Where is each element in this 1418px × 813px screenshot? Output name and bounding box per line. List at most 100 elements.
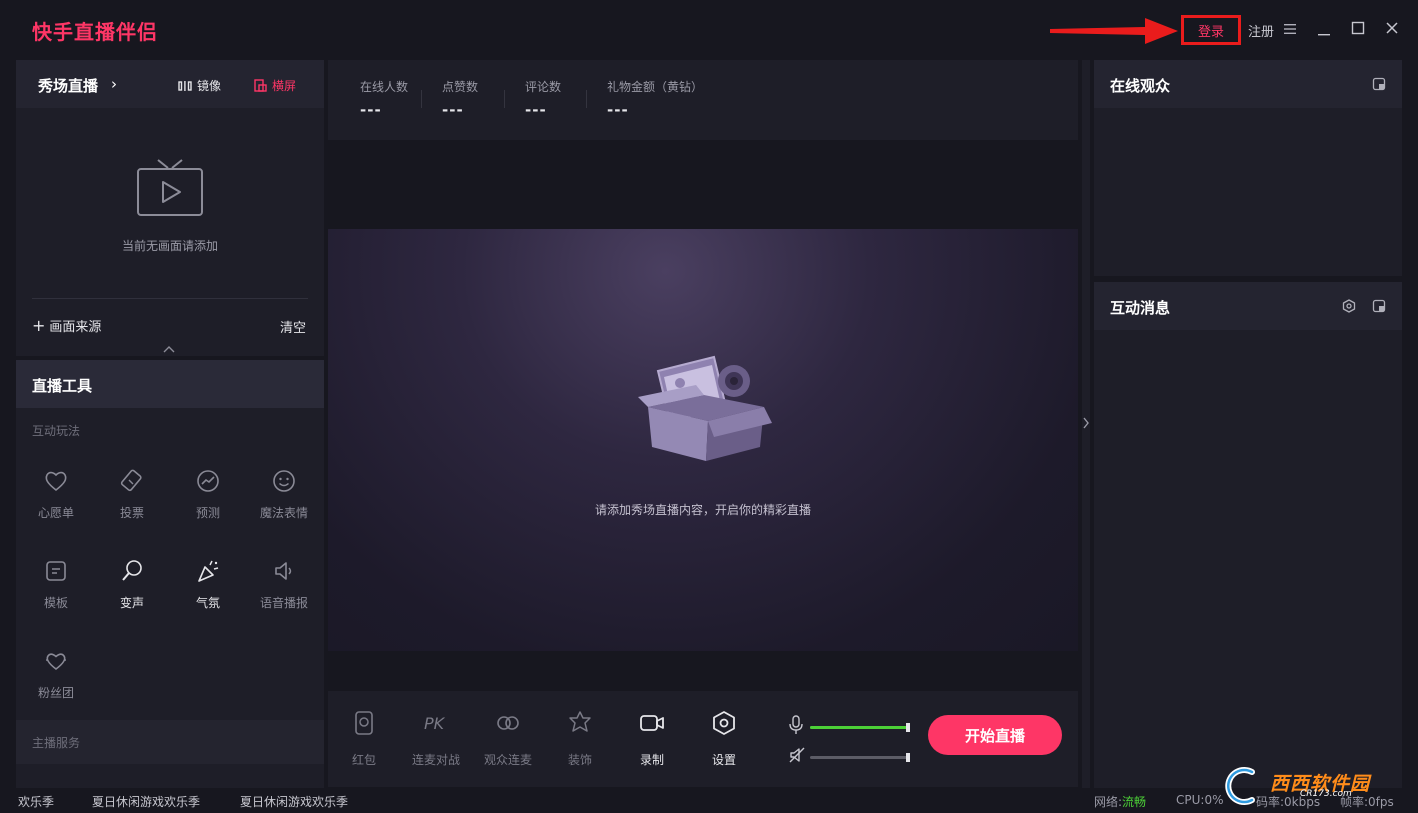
live-tools-panel: 直播工具 互动玩法 心愿单 投票 预测 魔法表情 模板 变声 气氛 语音播报 粉… bbox=[16, 360, 324, 788]
tool-voice-broadcast[interactable]: 语音播报 bbox=[246, 558, 322, 611]
btool-settings[interactable]: 设置 bbox=[689, 709, 759, 768]
service-section: 主播服务 bbox=[16, 720, 324, 764]
btool-label: 装饰 bbox=[567, 753, 592, 767]
ticker-item[interactable]: 夏日休闲游戏欢乐季 bbox=[240, 793, 348, 810]
messages-header: 互动消息 bbox=[1094, 282, 1402, 330]
ticker-item[interactable]: 欢乐季 bbox=[18, 793, 54, 810]
chevron-right-icon[interactable] bbox=[1082, 416, 1090, 430]
fan-club-icon bbox=[46, 653, 66, 671]
divider bbox=[586, 90, 587, 108]
chevron-right-icon[interactable]: › bbox=[111, 75, 117, 93]
mic-volume-knob[interactable] bbox=[906, 723, 910, 732]
link-icon bbox=[497, 716, 519, 730]
party-popper-icon bbox=[198, 560, 219, 582]
section-service-label: 主播服务 bbox=[32, 736, 81, 750]
audience-title: 在线观众 bbox=[1110, 77, 1171, 95]
clear-button[interactable]: 清空 bbox=[280, 317, 306, 336]
stat-value: --- bbox=[442, 101, 464, 119]
empty-scene-text: 当前无画面请添加 bbox=[121, 239, 218, 253]
stats-panel: 在线人数 --- 点赞数 --- 评论数 --- 礼物金额（黄钻） --- bbox=[328, 60, 1078, 140]
tool-atmosphere[interactable]: 气氛 bbox=[170, 558, 246, 611]
tool-magic-emoji[interactable]: 魔法表情 bbox=[246, 468, 322, 521]
chevron-up-icon[interactable] bbox=[163, 344, 175, 354]
mic-volume-slider[interactable] bbox=[810, 723, 910, 732]
ticket-icon bbox=[120, 469, 142, 492]
popout-icon[interactable] bbox=[1372, 77, 1386, 91]
register-button[interactable]: 注册 bbox=[1248, 21, 1274, 40]
stat-online: 在线人数 --- bbox=[360, 78, 408, 119]
mic-volume-fill bbox=[810, 726, 910, 729]
tools-title: 直播工具 bbox=[32, 377, 93, 395]
speaker-volume-knob[interactable] bbox=[906, 753, 910, 762]
btool-record[interactable]: 录制 bbox=[617, 709, 687, 768]
stat-label: 评论数 bbox=[525, 80, 562, 94]
tool-label: 粉丝团 bbox=[37, 686, 74, 700]
close-icon[interactable] bbox=[1384, 20, 1400, 36]
add-source-button[interactable]: + 画面来源 bbox=[32, 316, 101, 335]
tool-template[interactable]: 模板 bbox=[18, 558, 94, 611]
minimize-icon[interactable] bbox=[1316, 20, 1332, 36]
tool-fan-club[interactable]: 粉丝团 bbox=[18, 648, 94, 701]
start-live-button[interactable]: 开始直播 bbox=[928, 715, 1062, 755]
app-title: 快手直播伴侣 bbox=[32, 20, 158, 44]
messages-panel: 互动消息 bbox=[1094, 282, 1402, 788]
tools-header: 直播工具 bbox=[16, 360, 324, 408]
divider bbox=[421, 90, 422, 108]
tool-predict[interactable]: 预测 bbox=[170, 468, 246, 521]
mirror-button[interactable]: 镜像 bbox=[178, 77, 221, 94]
bottom-toolbar: 红包 PK 连麦对战 观众连麦 装饰 录制 设置 开始直播 bbox=[328, 691, 1078, 787]
live-preview[interactable]: 请添加秀场直播内容，开启你的精彩直播 bbox=[328, 229, 1078, 651]
scene-title[interactable]: 秀场直播 bbox=[38, 75, 98, 96]
scene-header: 秀场直播 › 镜像 横屏 bbox=[16, 60, 324, 108]
btool-label: 设置 bbox=[711, 753, 736, 767]
title-bar: 快手直播伴侣 登录 注册 bbox=[0, 0, 1418, 60]
network-status: 网络:流畅 bbox=[1094, 793, 1146, 810]
stat-label: 在线人数 bbox=[360, 80, 409, 94]
decoration-icon bbox=[569, 711, 591, 732]
btool-label: 观众连麦 bbox=[483, 753, 532, 767]
network-label: 网络: bbox=[1094, 795, 1123, 809]
tool-label: 心愿单 bbox=[37, 506, 74, 520]
btool-decoration[interactable]: 装饰 bbox=[545, 709, 615, 768]
speaker-icon bbox=[275, 562, 292, 580]
tool-label: 投票 bbox=[119, 506, 144, 520]
stat-gifts: 礼物金额（黄钻） --- bbox=[607, 78, 703, 119]
messages-title: 互动消息 bbox=[1110, 299, 1171, 317]
trend-icon bbox=[197, 470, 219, 492]
login-button[interactable]: 登录 bbox=[1181, 15, 1241, 45]
menu-icon[interactable] bbox=[1283, 22, 1297, 36]
tool-wishlist[interactable]: 心愿单 bbox=[18, 468, 94, 521]
preview-hint: 请添加秀场直播内容，开启你的精彩直播 bbox=[594, 503, 811, 517]
landscape-button[interactable]: 横屏 bbox=[254, 77, 296, 94]
empty-box-illustration bbox=[638, 355, 772, 461]
btool-pk[interactable]: PK 连麦对战 bbox=[401, 709, 471, 768]
audience-panel: 在线观众 bbox=[1094, 60, 1402, 276]
tool-label: 变声 bbox=[119, 596, 144, 610]
btool-audience-link[interactable]: 观众连麦 bbox=[473, 709, 543, 768]
mirror-icon bbox=[178, 80, 192, 91]
maximize-icon[interactable] bbox=[1350, 20, 1366, 36]
btool-label: 连麦对战 bbox=[411, 753, 460, 767]
svg-text:PK: PK bbox=[424, 714, 446, 733]
stat-label: 点赞数 bbox=[442, 80, 479, 94]
popout-icon[interactable] bbox=[1372, 299, 1386, 313]
pk-icon: PK bbox=[424, 714, 446, 733]
settings-icon[interactable] bbox=[1342, 299, 1356, 313]
speaker-muted-icon[interactable] bbox=[788, 746, 806, 764]
plus-icon: + bbox=[32, 315, 46, 335]
tool-vote[interactable]: 投票 bbox=[94, 468, 170, 521]
stat-label: 礼物金额（黄钻） bbox=[607, 80, 704, 94]
btool-red-envelope[interactable]: 红包 bbox=[329, 709, 399, 768]
tool-label: 语音播报 bbox=[259, 596, 308, 610]
tool-voice-changer[interactable]: 变声 bbox=[94, 558, 170, 611]
tool-label: 模板 bbox=[43, 596, 68, 610]
status-bar: 欢乐季 夏日休闲游戏欢乐季 夏日休闲游戏欢乐季 网络:流畅 CPU:0% 码率:… bbox=[0, 788, 1418, 813]
ticker-item[interactable]: 夏日休闲游戏欢乐季 bbox=[92, 793, 200, 810]
template-icon bbox=[46, 561, 66, 581]
tool-label: 魔法表情 bbox=[259, 506, 308, 520]
audience-header: 在线观众 bbox=[1094, 60, 1402, 108]
microphone-icon[interactable] bbox=[788, 715, 804, 735]
speaker-volume-slider[interactable] bbox=[810, 753, 910, 762]
stat-likes: 点赞数 --- bbox=[442, 78, 478, 119]
btool-label: 红包 bbox=[351, 753, 376, 767]
